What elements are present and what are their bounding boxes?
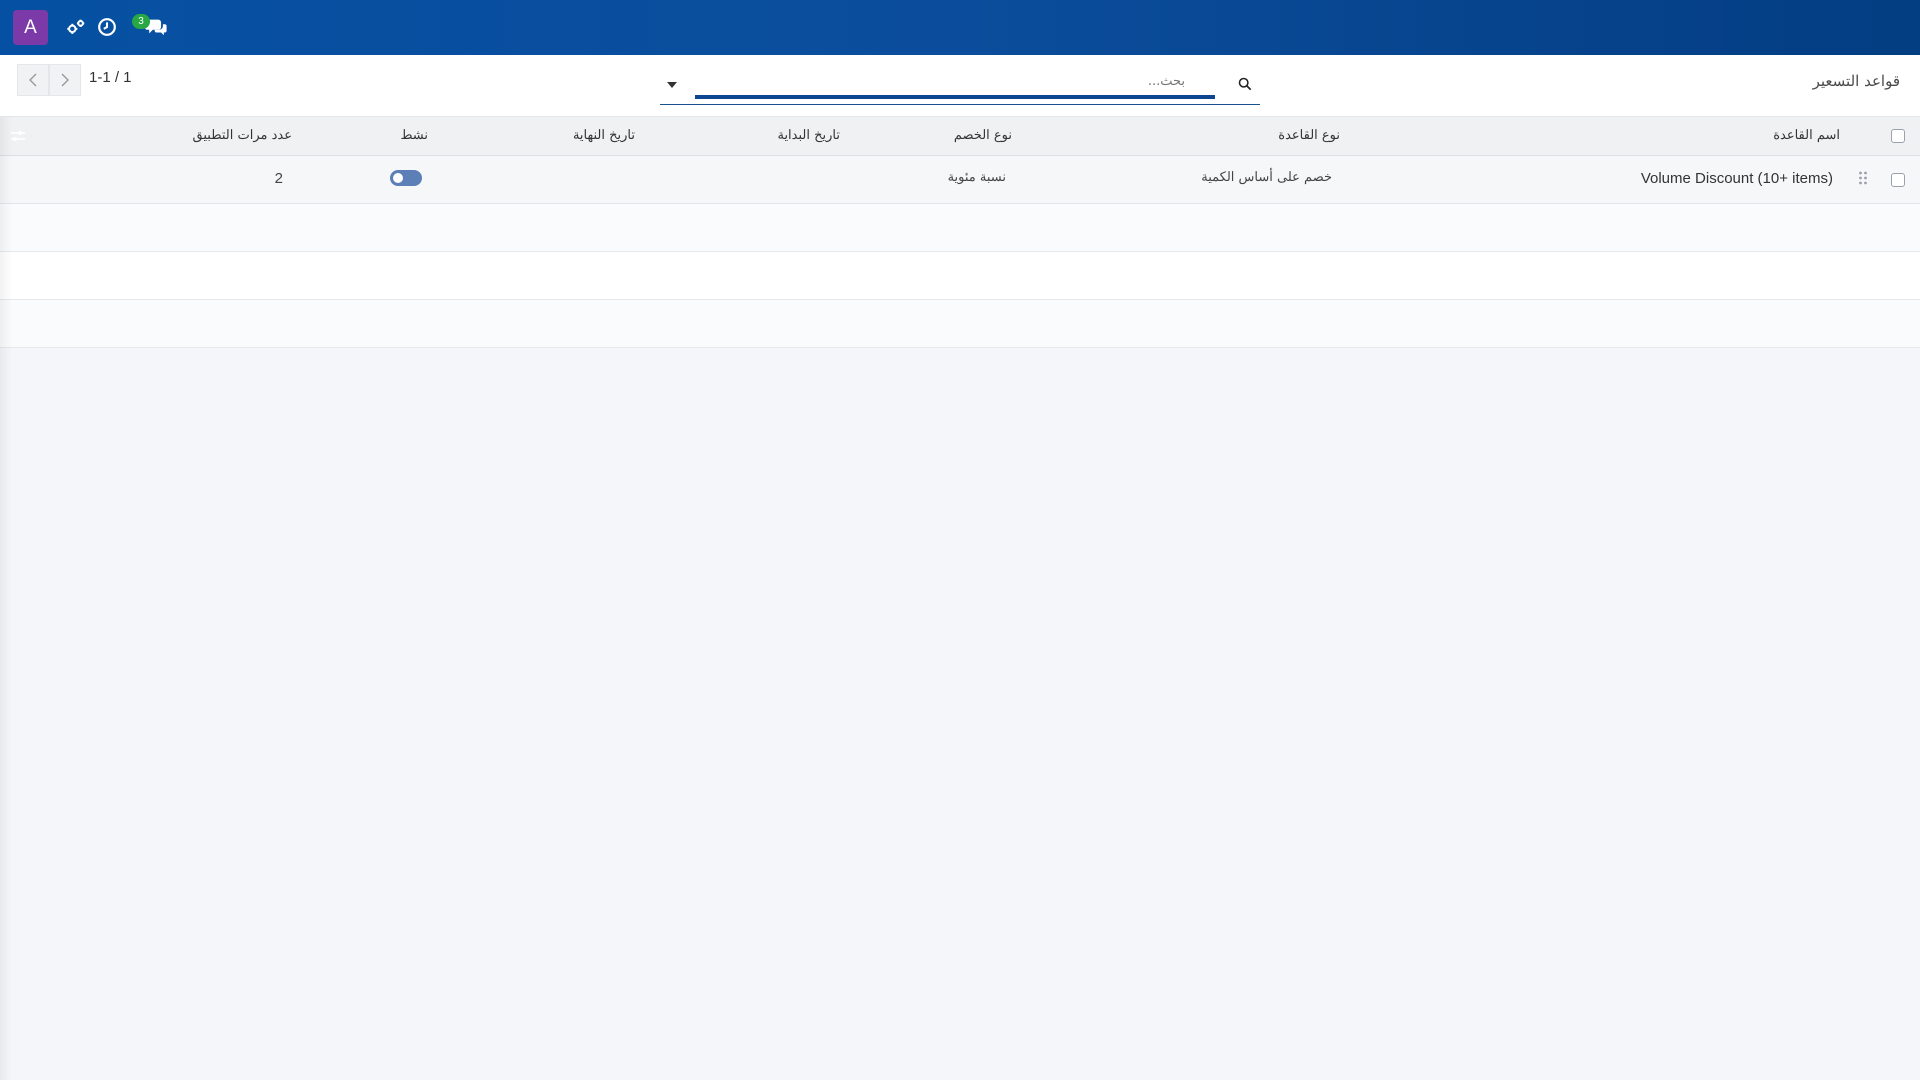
search-icon — [1238, 77, 1252, 91]
select-all-checkbox[interactable] — [1891, 129, 1905, 143]
chevron-right-icon — [61, 73, 69, 87]
column-header-end-date[interactable]: تاريخ النهاية — [573, 128, 635, 143]
settings-cogs-icon[interactable] — [65, 16, 87, 38]
clock-icon[interactable] — [96, 16, 118, 38]
drag-handle-icon[interactable] — [1858, 170, 1868, 186]
column-header-usage-count[interactable]: عدد مرات التطبيق — [193, 128, 292, 143]
search-input[interactable] — [695, 67, 1215, 99]
column-settings-icon[interactable] — [10, 129, 26, 143]
empty-row — [0, 300, 1920, 348]
chat-badge: 3 — [132, 14, 150, 29]
user-avatar[interactable]: A — [13, 10, 48, 45]
chevron-left-icon — [29, 73, 37, 87]
pager-value[interactable]: 1-1 / 1 — [89, 69, 132, 86]
top-navbar: A 3 — [0, 0, 1920, 55]
active-toggle[interactable] — [390, 170, 422, 186]
caret-down-icon — [667, 82, 677, 88]
pager-next-button[interactable] — [49, 64, 81, 96]
column-header-discount-type[interactable]: نوع الخصم — [954, 128, 1012, 143]
cell-rule-name: Volume Discount (10+ items) — [1640, 170, 1833, 187]
pager-previous-button[interactable] — [17, 64, 49, 96]
cell-usage-count: 2 — [274, 170, 283, 187]
search-bar — [660, 67, 1260, 105]
side-shadow — [0, 117, 12, 1080]
column-header-rule-type[interactable]: نوع القاعدة — [1278, 128, 1340, 143]
column-header-name[interactable]: اسم القاعدة — [1773, 128, 1840, 143]
row-checkbox[interactable] — [1891, 173, 1905, 187]
control-panel: قواعد التسعير 1-1 / 1 — [0, 55, 1920, 117]
cell-discount-type: نسبة مئوية — [947, 170, 1006, 185]
search-options-toggle[interactable] — [660, 75, 684, 95]
list-table: اسم القاعدة نوع القاعدة نوع الخصم تاريخ … — [0, 117, 1920, 348]
breadcrumb: قواعد التسعير — [1812, 72, 1900, 90]
empty-row — [0, 204, 1920, 252]
empty-row — [0, 252, 1920, 300]
table-row[interactable]: Volume Discount (10+ items) خصم على أساس… — [0, 156, 1920, 204]
cell-rule-type: خصم على أساس الكمية — [1201, 170, 1332, 185]
column-header-start-date[interactable]: تاريخ البداية — [777, 128, 840, 143]
column-header-active[interactable]: نشط — [400, 128, 428, 143]
table-header: اسم القاعدة نوع القاعدة نوع الخصم تاريخ … — [0, 117, 1920, 156]
